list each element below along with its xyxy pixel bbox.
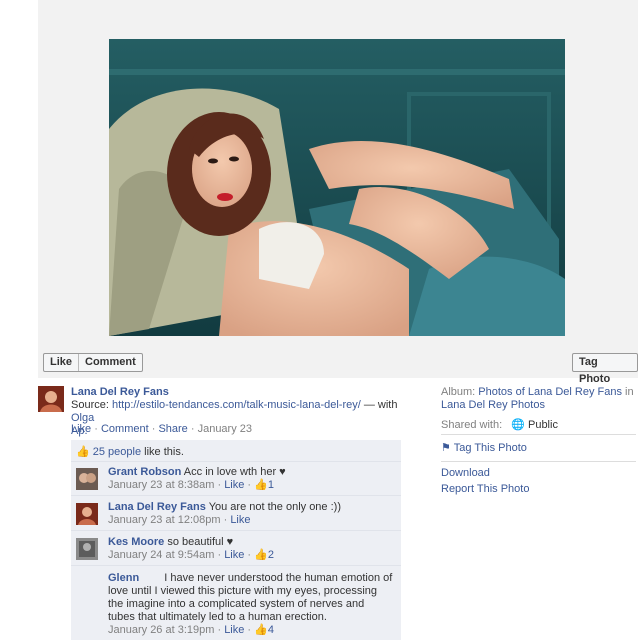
sidebar-tag: ⚑ Tag This Photo [441, 442, 636, 455]
comment-like-count[interactable]: 👍4 [254, 624, 274, 636]
thumbs-up-icon: 👍 [254, 624, 268, 636]
thumbs-up-icon: 👍 [76, 446, 90, 458]
comment-like-number: 1 [267, 479, 274, 491]
source-link[interactable]: http://estilo-tendances.com/talk-music-l… [112, 399, 361, 411]
sidebar-divider [441, 461, 636, 462]
like-button[interactable]: Like [44, 354, 78, 371]
album-parent-link[interactable]: Lana Del Rey Photos [441, 399, 545, 411]
download-link[interactable]: Download [441, 467, 490, 479]
report-photo-link[interactable]: Report This Photo [441, 483, 529, 495]
comment-like-count[interactable]: 👍2 [254, 549, 274, 561]
comment-time[interactable]: January 23 at 12:08pm [108, 514, 221, 526]
tag-icon: ⚑ [441, 442, 451, 454]
comment-author[interactable]: Glenn [108, 572, 139, 584]
likes-suffix: like this. [141, 446, 184, 458]
comment-like-link[interactable]: Like [224, 479, 244, 491]
page-avatar[interactable] [38, 386, 64, 412]
commenter-avatar-image [76, 503, 98, 525]
comments-box: 👍 25 people like this. Grant Robson Acc … [71, 440, 401, 640]
post-comment-link[interactable]: Comment [101, 423, 149, 435]
commenter-avatar[interactable] [76, 538, 98, 560]
separator: · [91, 423, 101, 435]
comment-text: Acc in love wth her ♥ [183, 466, 286, 478]
photo-stage [38, 0, 638, 378]
comment-like-number: 2 [267, 549, 274, 561]
sidebar-divider [441, 434, 636, 435]
comment-like-link[interactable]: Like [224, 624, 244, 636]
thumbs-up-icon: 👍 [254, 479, 268, 491]
separator: · [187, 423, 198, 435]
page-avatar-image [38, 386, 64, 412]
album-link[interactable]: Photos of Lana Del Rey Fans [478, 386, 622, 398]
post-date[interactable]: January 23 [198, 423, 252, 435]
comment-like-link[interactable]: Like [224, 549, 244, 561]
comment-like-link[interactable]: Like [230, 514, 250, 526]
post-actions: Like · Comment · Share · January 23 [71, 423, 252, 436]
tag-this-photo-link[interactable]: Tag This Photo [454, 442, 527, 454]
album-in-text: in [622, 386, 634, 398]
comment-text: I have never understood the human emotio… [108, 572, 393, 623]
post-author-link[interactable]: Lana Del Rey Fans [71, 386, 169, 398]
thumbs-up-icon: 👍 [254, 549, 268, 561]
photo-sidebar: Album: Photos of Lana Del Rey Fans in La… [441, 386, 636, 432]
photo-image [109, 39, 565, 336]
comment-item: Grant Robson Acc in love wth her ♥ Janua… [71, 462, 401, 496]
shared-with-value[interactable]: Public [528, 419, 558, 431]
album-label: Album: [441, 386, 479, 398]
comment-item: Lana Del Rey Fans You are not the only o… [71, 497, 401, 531]
shared-with-label: Shared with: [441, 419, 503, 431]
comment-item: Glenn I have never understood the human … [108, 572, 393, 636]
commenter-avatar-image [76, 468, 98, 490]
main-photo[interactable] [109, 39, 565, 336]
comment-time[interactable]: January 23 at 8:38am [108, 479, 214, 491]
tag-photo-button[interactable]: Tag Photo [572, 353, 638, 385]
with-text: — with [360, 399, 398, 411]
comment-author[interactable]: Kes Moore [108, 536, 164, 548]
comment-button[interactable]: Comment [78, 354, 142, 371]
commenter-avatar[interactable] [76, 468, 98, 490]
likes-count-link[interactable]: 25 people [93, 446, 141, 458]
sidebar-actions: Download Report This Photo [441, 467, 636, 496]
commenter-avatar-image [76, 538, 98, 560]
separator: · [148, 423, 159, 435]
comment-text: You are not the only one :)) [208, 501, 341, 513]
commenter-avatar[interactable] [76, 503, 98, 525]
comment-time[interactable]: January 24 at 9:54am [108, 549, 214, 561]
comment-author[interactable]: Grant Robson [108, 466, 181, 478]
post-share-link[interactable]: Share [158, 423, 187, 435]
comment-text: so beautiful ♥ [167, 536, 234, 548]
comment-author[interactable]: Lana Del Rey Fans [108, 501, 206, 513]
source-label: Source: [71, 399, 112, 411]
like-comment-buttons: Like Comment [43, 353, 143, 372]
likes-summary: 👍 25 people like this. [71, 440, 401, 462]
post-like-link[interactable]: Like [71, 423, 91, 435]
comment-like-number: 4 [267, 624, 274, 636]
comment-like-count[interactable]: 👍1 [254, 479, 274, 491]
comment-item: Kes Moore so beautiful ♥ January 24 at 9… [71, 532, 401, 566]
comment-time[interactable]: January 26 at 3:19pm [108, 624, 214, 636]
globe-icon: 🌐 [511, 419, 525, 431]
